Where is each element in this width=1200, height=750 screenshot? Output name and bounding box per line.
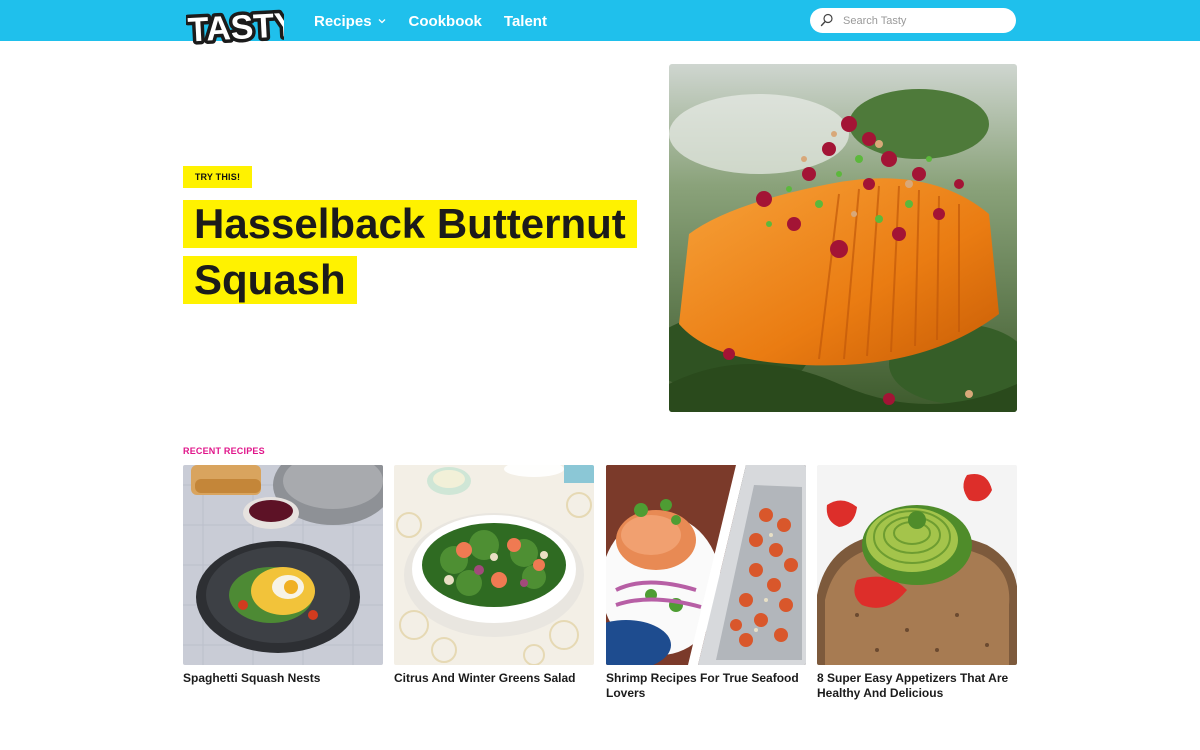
hero-title-line-1[interactable]: Hasselback Butternut bbox=[183, 200, 637, 248]
nav-cookbook-label: Cookbook bbox=[408, 12, 482, 30]
nav-talent[interactable]: Talent bbox=[504, 13, 547, 30]
recipe-card-spaghetti-squash-nests[interactable]: Spaghetti Squash Nests bbox=[183, 465, 383, 686]
recipe-card-title[interactable]: Shrimp Recipes For True Seafood Lovers bbox=[606, 671, 806, 701]
recipe-card-title[interactable]: Citrus And Winter Greens Salad bbox=[394, 671, 594, 686]
nav-recipes-label: Recipes bbox=[314, 12, 372, 30]
recipe-card-shrimp-recipes[interactable]: Shrimp Recipes For True Seafood Lovers bbox=[606, 465, 806, 701]
nav-recipes[interactable]: Recipes bbox=[314, 13, 387, 30]
recipe-card-image[interactable] bbox=[394, 465, 594, 665]
recipe-card-title[interactable]: 8 Super Easy Appetizers That Are Healthy… bbox=[817, 671, 1017, 701]
recipe-card-image[interactable] bbox=[183, 465, 383, 665]
hero-title[interactable]: Hasselback Butternut Squash bbox=[183, 196, 667, 308]
recipe-card-easy-appetizers[interactable]: 8 Super Easy Appetizers That Are Healthy… bbox=[817, 465, 1017, 701]
recent-recipes-label: RECENT RECIPES bbox=[183, 446, 265, 456]
svg-text:TASTY: TASTY bbox=[187, 6, 284, 49]
try-this-tag: TRY THIS! bbox=[183, 166, 252, 188]
recipe-card-image[interactable] bbox=[817, 465, 1017, 665]
nav-cookbook[interactable]: Cookbook bbox=[409, 13, 482, 30]
search-box[interactable] bbox=[810, 8, 1016, 33]
search-icon[interactable] bbox=[820, 13, 834, 27]
tasty-logo[interactable]: TASTY bbox=[186, 6, 284, 56]
recipe-card-image[interactable] bbox=[606, 465, 806, 665]
search-input[interactable] bbox=[843, 11, 1008, 30]
hero-recipe-image[interactable] bbox=[669, 64, 1017, 412]
nav-talent-label: Talent bbox=[503, 12, 547, 30]
hero-title-line-2[interactable]: Squash bbox=[183, 256, 357, 304]
top-navigation-bar: TASTY Recipes Cookbook Talent bbox=[0, 0, 1200, 53]
recipe-card-title[interactable]: Spaghetti Squash Nests bbox=[183, 671, 383, 686]
recipe-card-citrus-winter-greens-salad[interactable]: Citrus And Winter Greens Salad bbox=[394, 465, 594, 686]
main-nav: Recipes Cookbook Talent bbox=[314, 11, 547, 31]
chevron-down-icon bbox=[378, 19, 386, 24]
